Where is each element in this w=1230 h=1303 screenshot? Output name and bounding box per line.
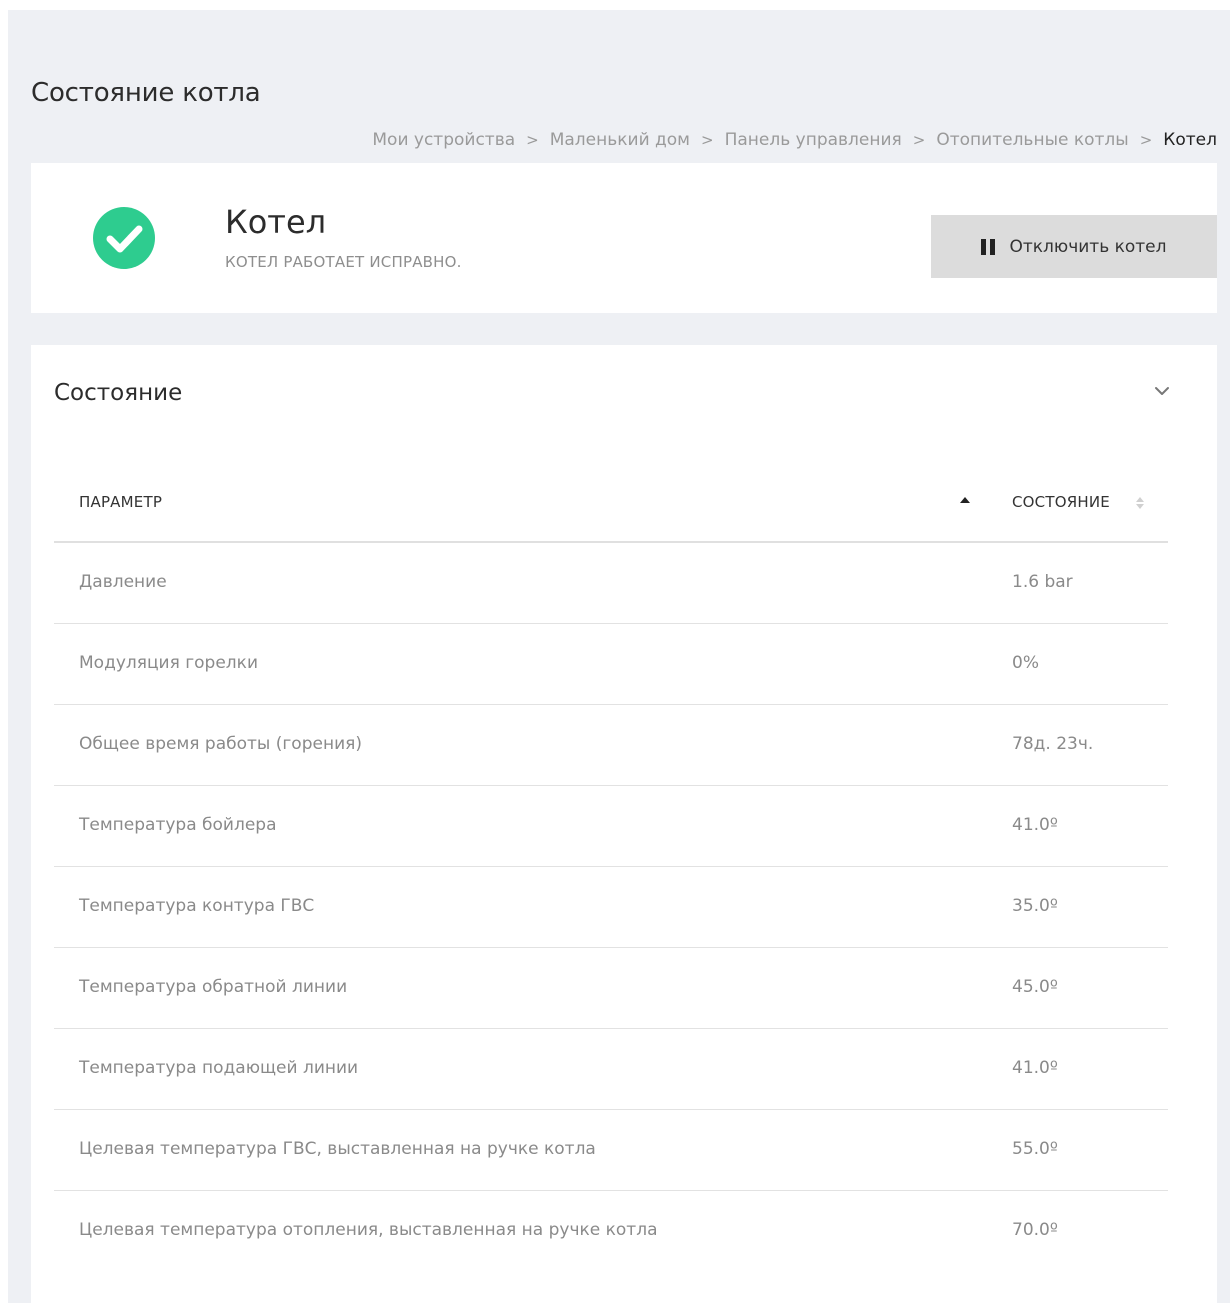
check-circle-icon xyxy=(93,207,155,269)
page-background: Состояние котла Мои устройства > Маленьк… xyxy=(8,10,1230,1303)
breadcrumb-item-heating-boilers[interactable]: Отопительные котлы xyxy=(936,130,1128,150)
param-name: Температура контура ГВС xyxy=(79,896,315,916)
table-row: Температура обратной линии 45.0º xyxy=(54,948,1168,1029)
breadcrumb-item-small-house[interactable]: Маленький дом xyxy=(550,130,690,150)
param-name: Целевая температура ГВС, выставленная на… xyxy=(79,1139,596,1159)
param-value: 35.0º xyxy=(1012,896,1058,916)
breadcrumb: Мои устройства > Маленький дом > Панель … xyxy=(372,130,1217,150)
device-status-text: КОТЕЛ РАБОТАЕТ ИСПРАВНО. xyxy=(225,253,462,271)
column-header-state[interactable]: СОСТОЯНИЕ xyxy=(1012,493,1110,511)
param-value: 0% xyxy=(1012,653,1039,673)
breadcrumb-separator-icon: > xyxy=(701,131,714,149)
param-value: 41.0º xyxy=(1012,1058,1058,1078)
param-name: Температура подающей линии xyxy=(79,1058,359,1078)
chevron-down-icon[interactable] xyxy=(1153,385,1171,397)
table-row: Целевая температура отопления, выставлен… xyxy=(54,1191,1168,1271)
param-name: Давление xyxy=(79,572,167,592)
param-name: Общее время работы (горения) xyxy=(79,734,362,754)
breadcrumb-item-control-panel[interactable]: Панель управления xyxy=(725,130,902,150)
param-name: Температура обратной линии xyxy=(79,977,348,997)
param-value: 1.6 bar xyxy=(1012,572,1073,592)
table-row: Модуляция горелки 0% xyxy=(54,624,1168,705)
breadcrumb-item-my-devices[interactable]: Мои устройства xyxy=(372,130,515,150)
table-row: Целевая температура ГВС, выставленная на… xyxy=(54,1110,1168,1191)
table-row: Температура подающей линии 41.0º xyxy=(54,1029,1168,1110)
param-value: 55.0º xyxy=(1012,1139,1058,1159)
state-panel-title: Состояние xyxy=(54,380,183,406)
state-panel: Состояние ПАРАМЕТР СОСТОЯНИЕ Давление 1.… xyxy=(31,345,1217,1303)
disable-boiler-button[interactable]: Отключить котел xyxy=(931,215,1217,278)
breadcrumb-separator-icon: > xyxy=(1139,131,1153,149)
param-value: 41.0º xyxy=(1012,815,1058,835)
param-name: Модуляция горелки xyxy=(79,653,258,673)
table-header: ПАРАМЕТР СОСТОЯНИЕ xyxy=(54,463,1168,543)
table-row: Давление 1.6 bar xyxy=(54,543,1168,624)
sort-both-icon[interactable] xyxy=(1135,496,1145,510)
table-row: Температура контура ГВС 35.0º xyxy=(54,867,1168,948)
state-table: ПАРАМЕТР СОСТОЯНИЕ Давление 1.6 bar Моду… xyxy=(54,463,1168,1271)
disable-boiler-label: Отключить котел xyxy=(1009,236,1167,257)
sort-ascending-icon[interactable] xyxy=(960,497,970,503)
pause-icon xyxy=(981,238,996,255)
breadcrumb-separator-icon: > xyxy=(526,131,539,149)
column-header-param[interactable]: ПАРАМЕТР xyxy=(79,493,162,511)
param-value: 78д. 23ч. xyxy=(1012,734,1094,754)
device-name: Котел xyxy=(225,203,327,241)
table-row: Температура бойлера 41.0º xyxy=(54,786,1168,867)
page-title: Состояние котла xyxy=(31,78,261,108)
param-name: Целевая температура отопления, выставлен… xyxy=(79,1220,658,1240)
param-value: 70.0º xyxy=(1012,1220,1058,1240)
breadcrumb-separator-icon: > xyxy=(912,131,926,149)
breadcrumb-item-current: Котел xyxy=(1163,130,1217,150)
param-name: Температура бойлера xyxy=(79,815,277,835)
device-header-card: Котел КОТЕЛ РАБОТАЕТ ИСПРАВНО. Отключить… xyxy=(31,163,1217,313)
param-value: 45.0º xyxy=(1012,977,1058,997)
table-row: Общее время работы (горения) 78д. 23ч. xyxy=(54,705,1168,786)
